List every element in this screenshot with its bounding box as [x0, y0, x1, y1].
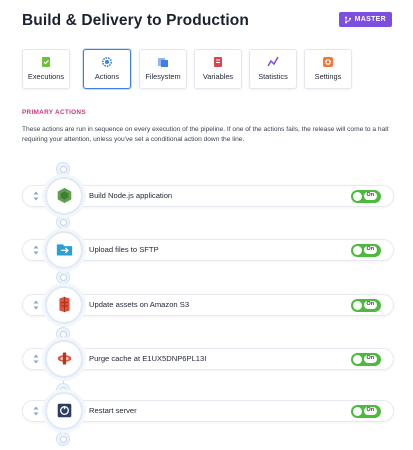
action-icon-halo — [45, 286, 83, 324]
insert-action-node[interactable] — [56, 327, 70, 341]
action-icon-halo — [45, 392, 83, 430]
nodejs-icon — [57, 187, 72, 204]
action-icon-halo — [45, 177, 83, 215]
action-row[interactable]: Upload files to SFTP On — [22, 231, 394, 269]
toggle-label: On — [363, 301, 377, 309]
sftp-folder-icon — [56, 244, 73, 256]
drag-handle-icon[interactable] — [32, 191, 40, 201]
drag-handle-icon[interactable] — [32, 245, 40, 255]
enable-toggle[interactable]: On — [351, 298, 381, 312]
cloudfront-icon — [57, 352, 72, 365]
toggle-knob — [353, 245, 362, 255]
insert-action-node[interactable] — [56, 432, 70, 446]
toggle-knob — [353, 191, 362, 201]
insert-action-node[interactable] — [56, 162, 70, 176]
action-label: Upload files to SFTP — [89, 245, 159, 254]
enable-toggle[interactable]: On — [351, 243, 381, 257]
action-pipeline: Build Node.js application On Upload file… — [0, 0, 413, 450]
insert-action-node[interactable] — [56, 270, 70, 284]
action-label: Build Node.js application — [89, 191, 173, 200]
toggle-knob — [353, 354, 362, 364]
action-row[interactable]: Purge cache at E1UX5DNP6PL13I On — [22, 340, 394, 378]
drag-handle-icon[interactable] — [32, 406, 40, 416]
enable-toggle[interactable]: On — [351, 352, 381, 366]
enable-toggle[interactable]: On — [351, 189, 381, 203]
action-label: Update assets on Amazon S3 — [89, 300, 190, 309]
drag-handle-icon[interactable] — [32, 300, 40, 310]
amazon-s3-icon — [59, 296, 70, 313]
toggle-label: On — [363, 407, 377, 415]
action-label: Restart server — [89, 406, 137, 415]
enable-toggle[interactable]: On — [351, 404, 381, 418]
action-row[interactable]: Update assets on Amazon S3 On — [22, 286, 394, 324]
toggle-label: On — [363, 192, 377, 200]
action-label: Purge cache at E1UX5DNP6PL13I — [89, 354, 207, 363]
action-row[interactable]: Restart server On — [22, 392, 394, 430]
toggle-label: On — [363, 246, 377, 254]
action-icon-halo — [45, 231, 83, 269]
toggle-knob — [353, 406, 362, 416]
insert-action-node[interactable] — [56, 215, 70, 229]
toggle-knob — [353, 300, 362, 310]
action-row[interactable]: Build Node.js application On — [22, 177, 394, 215]
server-icon — [57, 403, 72, 418]
toggle-label: On — [363, 355, 377, 363]
drag-handle-icon[interactable] — [32, 354, 40, 364]
action-icon-halo — [45, 340, 83, 378]
